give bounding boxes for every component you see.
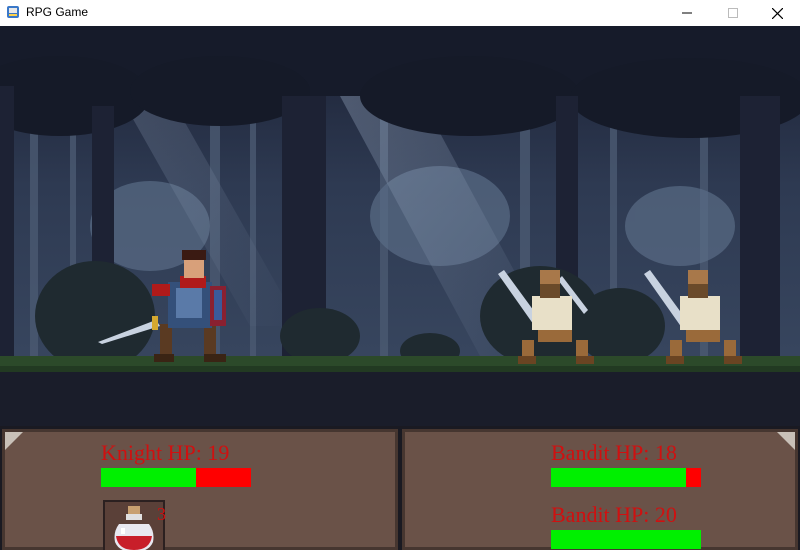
bandit-2-hp-label: Bandit HP: 20 xyxy=(551,502,677,527)
potion-count: 3 xyxy=(157,504,166,524)
bandit-sprite-1 xyxy=(498,270,594,364)
battle-scene xyxy=(0,26,800,426)
minimize-icon xyxy=(682,12,692,14)
knight-sprite xyxy=(98,250,226,362)
battle-hud: Knight HP: 19 3 Bandit HP: 18 Bandit HP:… xyxy=(0,426,800,550)
maximize-icon xyxy=(728,8,738,18)
minimize-button[interactable] xyxy=(664,0,710,26)
bandit-2-hp-bar xyxy=(551,530,701,549)
title-bar[interactable]: RPG Game xyxy=(0,0,800,27)
maximize-button[interactable] xyxy=(710,0,756,26)
bandit-1-hp-bar xyxy=(551,468,701,487)
knight-hp-bar xyxy=(101,468,251,487)
red-potion-icon xyxy=(114,506,154,550)
bandit-1-hp-fill xyxy=(551,468,686,487)
close-icon xyxy=(771,7,783,19)
knight-hp-fill xyxy=(101,468,196,487)
close-button[interactable] xyxy=(754,0,800,26)
bandit-1-hp-label: Bandit HP: 18 xyxy=(551,440,677,465)
bandit-2-hp-fill xyxy=(551,530,701,549)
potion-slot[interactable] xyxy=(103,500,165,550)
bandit-sprite-2 xyxy=(644,270,742,364)
panel-corner-icon xyxy=(777,432,795,450)
player-panel: Knight HP: 19 3 xyxy=(2,429,398,550)
app-icon xyxy=(7,6,19,18)
game-window: RPG Game Knight HP: 19 3 Bandit HP: 18 B… xyxy=(0,0,800,550)
window-title: RPG Game xyxy=(26,5,89,19)
enemy-panel: Bandit HP: 18 Bandit HP: 20 xyxy=(402,429,798,550)
knight-hp-label: Knight HP: 19 xyxy=(101,440,230,465)
panel-corner-icon xyxy=(5,432,23,450)
